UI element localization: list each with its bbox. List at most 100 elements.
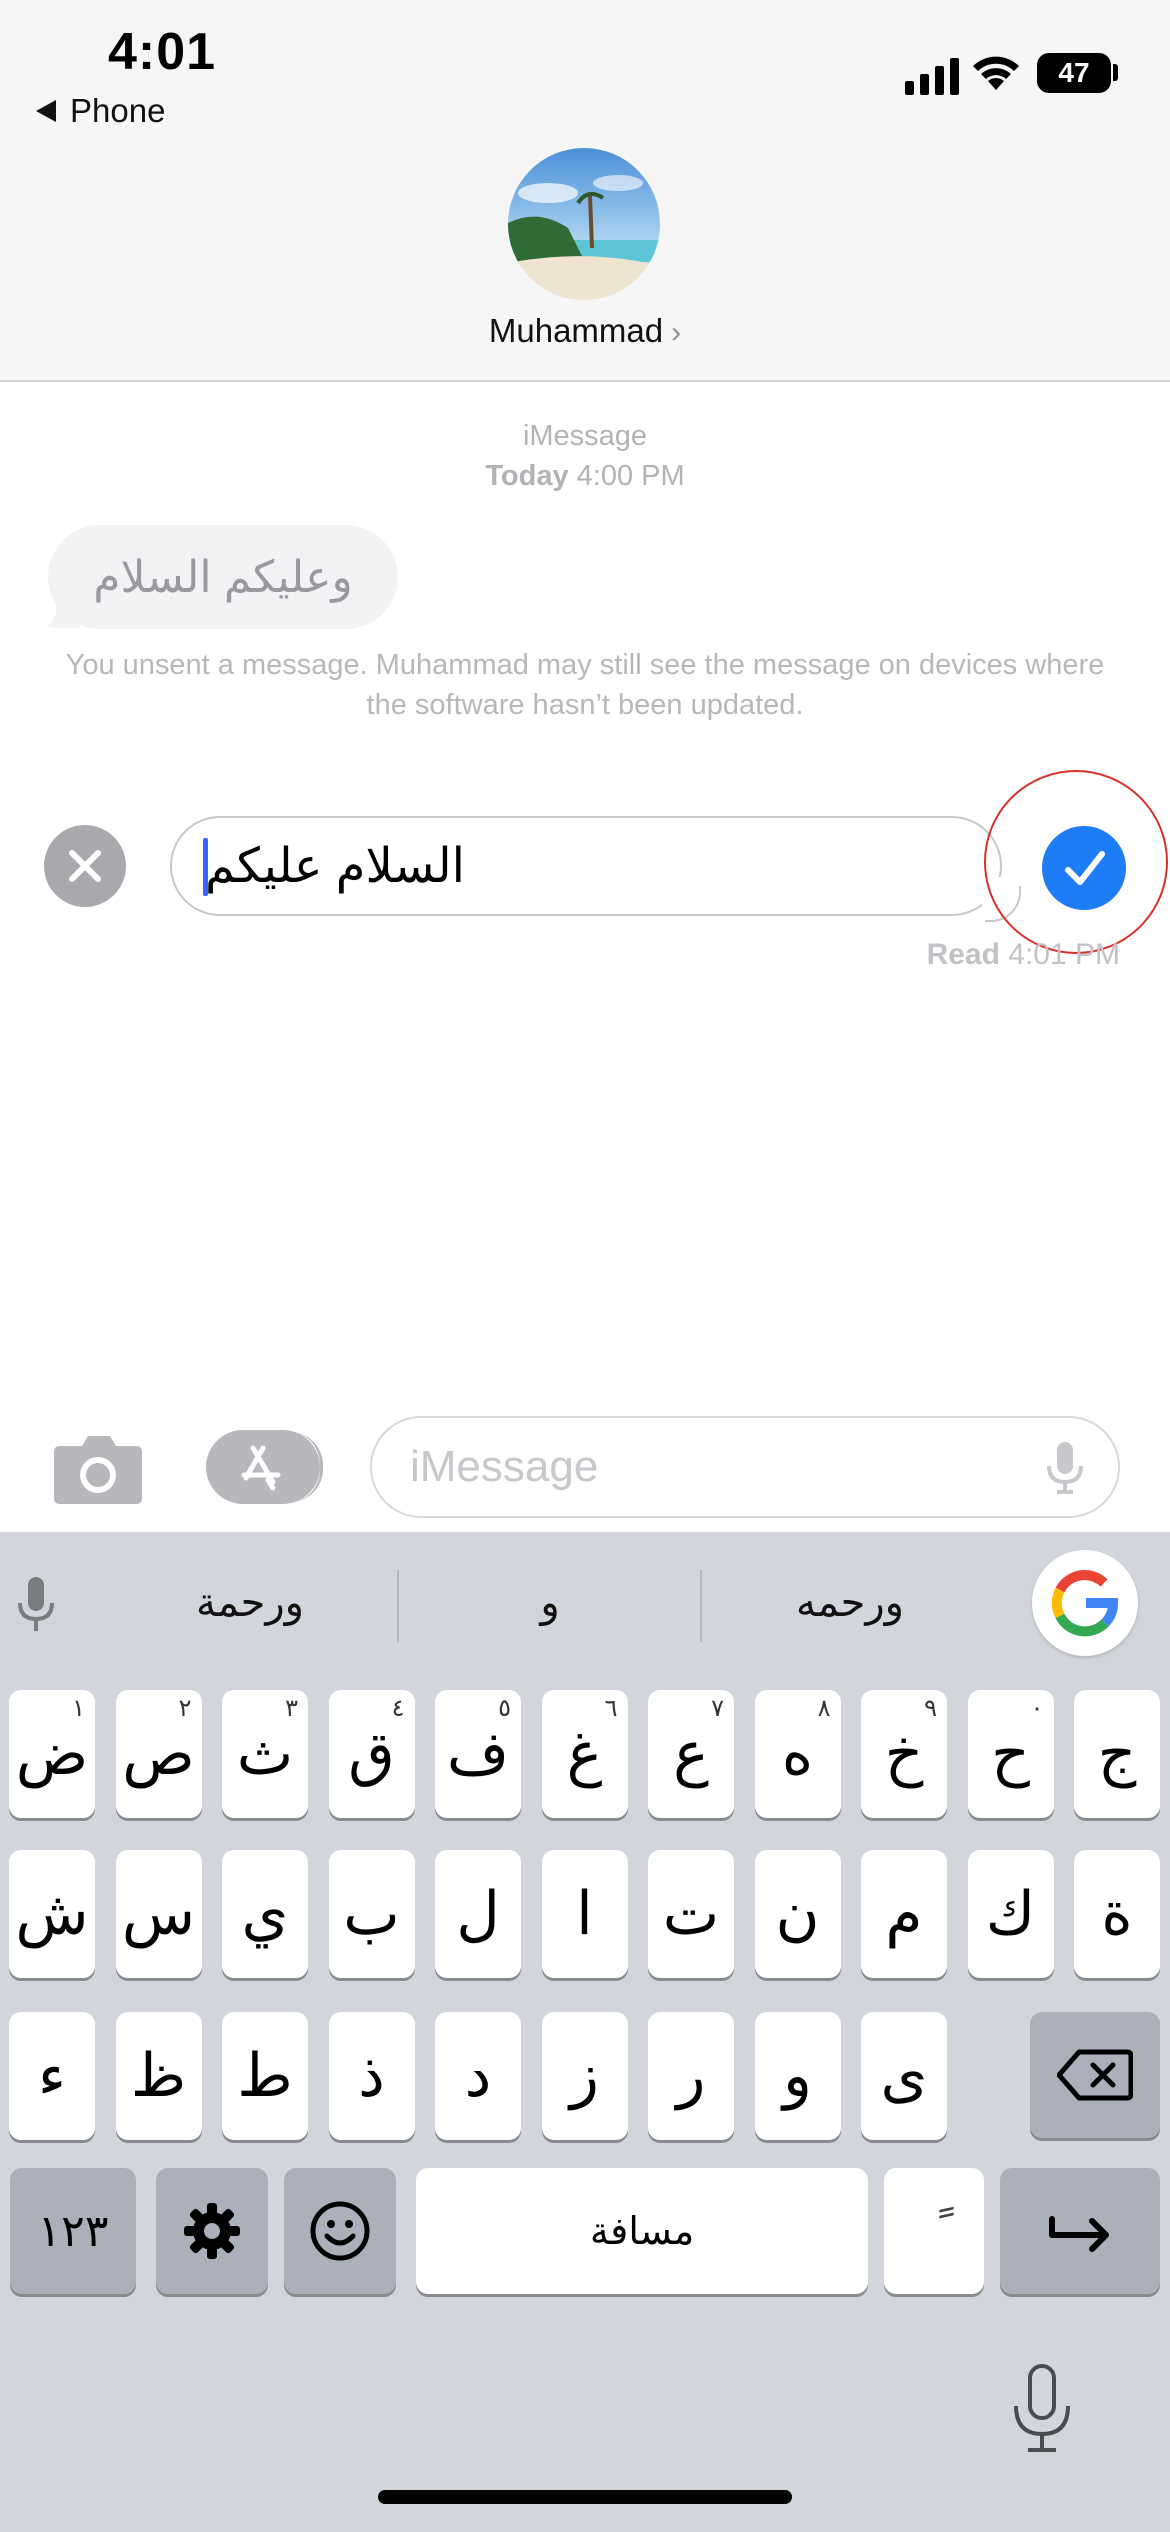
key-letter: ز (570, 2042, 599, 2109)
suggestion-divider (397, 1570, 399, 1642)
contact-avatar[interactable] (508, 148, 660, 300)
key-number-hint: ١ (72, 1695, 85, 1722)
key-letter: ن (775, 1880, 820, 1947)
read-time: 4:01 PM (1008, 938, 1120, 971)
letter-key[interactable]: ه٨ (754, 1690, 841, 1818)
letter-key[interactable]: م (861, 1850, 947, 1978)
letter-key[interactable]: ز (541, 2012, 628, 2140)
letter-key[interactable]: ل (435, 1850, 521, 1978)
letter-key[interactable]: ف٥ (435, 1690, 521, 1818)
edit-message-text[interactable]: السلام عليكم (205, 836, 465, 896)
beach-photo-icon (508, 148, 660, 300)
message-timestamp: Today 4:00 PM (0, 460, 1170, 493)
key-letter: ش (15, 1880, 89, 1947)
key-letter: ج (1097, 1720, 1137, 1787)
google-logo-icon (1051, 1569, 1118, 1637)
letter-key[interactable]: ا (541, 1850, 628, 1978)
highlight-annotation-circle (984, 770, 1168, 954)
letter-key[interactable]: ض١ (9, 1690, 95, 1818)
letter-key[interactable]: د (435, 2012, 521, 2140)
letter-key[interactable]: س (115, 1850, 202, 1978)
key-letter: ص (122, 1720, 195, 1787)
key-letter: ا (576, 1880, 593, 1947)
battery-level: 47 (1058, 57, 1090, 88)
key-letter: ث (236, 1720, 294, 1787)
letter-key[interactable]: ة (1074, 1850, 1160, 1978)
letter-key[interactable]: ج (1074, 1690, 1160, 1818)
letter-key[interactable]: غ٦ (541, 1690, 628, 1818)
suggestion-divider (700, 1570, 702, 1642)
suggestion-3[interactable]: ورحمة (150, 1580, 350, 1626)
google-search-button[interactable] (1032, 1550, 1138, 1656)
key-letter: ء (37, 2042, 67, 2109)
letter-key[interactable]: و (754, 2012, 841, 2140)
letter-key[interactable]: ن (754, 1850, 841, 1978)
incoming-message-text: وعليكم السلام (93, 552, 353, 602)
suggestion-2[interactable]: و (450, 1580, 650, 1626)
wifi-icon (973, 56, 1019, 90)
delete-key[interactable] (1030, 2012, 1160, 2138)
unsent-notice: You unsent a message. Muhammad may still… (65, 649, 1105, 721)
numbers-key[interactable]: ١٢٣ (10, 2168, 136, 2294)
letter-key[interactable]: ث٣ (222, 1690, 308, 1818)
letter-key[interactable]: ك (967, 1850, 1054, 1978)
key-letter: و (783, 2042, 812, 2109)
letter-key[interactable]: ب (328, 1850, 415, 1978)
space-key[interactable]: مسافة (416, 2168, 868, 2294)
return-arrow-icon (1049, 2216, 1109, 2252)
key-number-hint: ٦ (604, 1695, 618, 1722)
letter-key[interactable]: ع٧ (648, 1690, 734, 1818)
key-letter: س (121, 1880, 196, 1947)
chevron-right-icon: › (671, 316, 682, 349)
suggestion-1[interactable]: ورحمه (750, 1580, 950, 1626)
letter-key[interactable]: ظ (115, 2012, 202, 2140)
key-letter: ق (348, 1720, 395, 1787)
read-receipt: Read 4:01 PM (927, 938, 1120, 972)
letter-key[interactable]: ط (222, 2012, 308, 2140)
key-letter: ف (446, 1720, 510, 1787)
back-triangle-icon (36, 100, 56, 122)
key-number-hint: ٩ (924, 1695, 937, 1722)
return-key[interactable] (1000, 2168, 1160, 2294)
camera-icon[interactable] (52, 1430, 144, 1506)
contact-name: Muhammad (488, 312, 664, 349)
back-to-phone-link[interactable]: Phone (36, 92, 165, 130)
letter-key[interactable]: ذ (328, 2012, 415, 2140)
key-letter: م (885, 1880, 923, 1947)
letter-key[interactable]: ق٤ (328, 1690, 415, 1818)
key-letter: ل (456, 1880, 500, 1947)
letter-key[interactable]: ء (9, 2012, 95, 2140)
letter-key[interactable]: ت (648, 1850, 734, 1978)
battery-tip (1113, 64, 1118, 81)
key-letter: ب (343, 1880, 400, 1947)
letter-key[interactable]: خ٩ (861, 1690, 947, 1818)
letter-key[interactable]: ر (648, 2012, 734, 2140)
key-number-hint: ٧ (711, 1695, 724, 1722)
key-letter: ة (1101, 1880, 1133, 1947)
close-icon (69, 850, 101, 882)
key-number-hint: ٥ (498, 1695, 511, 1722)
letter-key[interactable]: ش (9, 1850, 95, 1978)
letter-key[interactable]: ح٠ (967, 1690, 1054, 1818)
diacritics-key[interactable]: ً (884, 2168, 984, 2294)
key-number-hint: ٣ (285, 1695, 298, 1722)
gear-icon (184, 2203, 240, 2259)
imessage-input[interactable]: iMessage (370, 1416, 1120, 1518)
emoji-key[interactable] (284, 2168, 396, 2294)
back-label: Phone (70, 92, 166, 129)
dictation-mic-icon[interactable] (1045, 1440, 1085, 1496)
settings-key[interactable] (156, 2168, 268, 2294)
home-indicator (378, 2490, 792, 2504)
letter-key[interactable]: ي (222, 1850, 308, 1978)
key-letter: غ (566, 1720, 603, 1787)
key-letter: خ (884, 1720, 924, 1787)
letter-key[interactable]: ص٢ (115, 1690, 202, 1818)
cancel-edit-button[interactable] (44, 825, 126, 907)
dictation-mic-icon[interactable] (1010, 2362, 1074, 2454)
keyboard-mic-icon[interactable] (14, 1575, 58, 1635)
key-letter: ر (676, 2042, 706, 2109)
key-letter: ذ (358, 2042, 385, 2109)
letter-key[interactable]: ى (861, 2012, 947, 2140)
contact-name-button[interactable]: Muhammad › (0, 312, 1170, 350)
key-letter: ض (15, 1720, 89, 1787)
